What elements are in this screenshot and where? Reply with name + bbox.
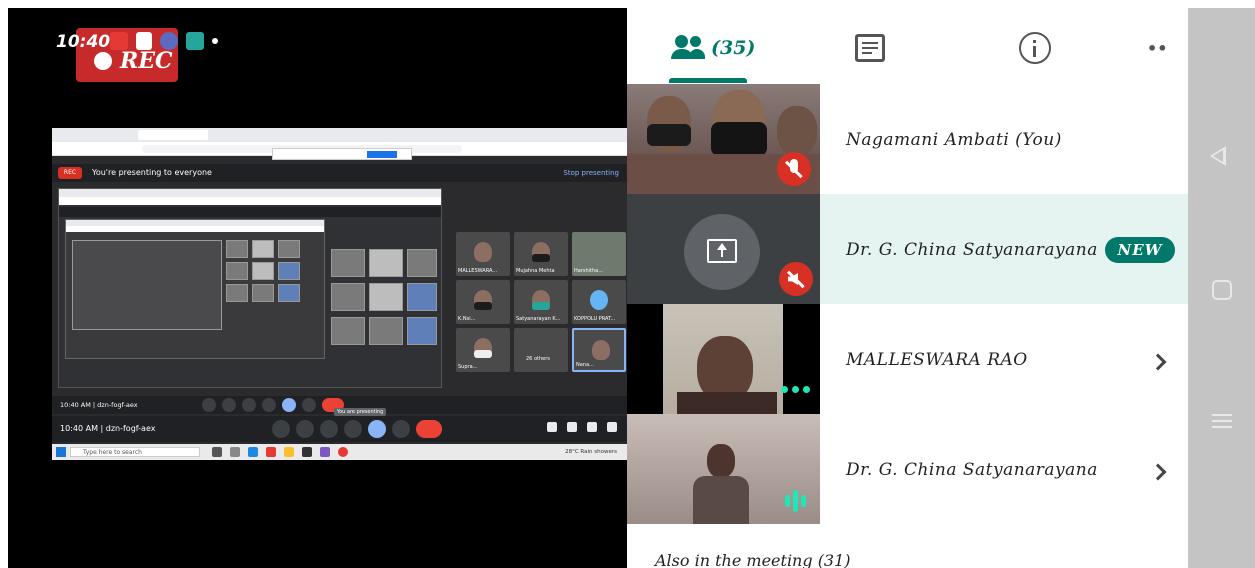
shared-screen-content: REC You're presenting to everyone Stop p… [52, 128, 627, 460]
recent-apps-icon[interactable] [1212, 414, 1232, 428]
meeting-time-code: 10:40 AM | dzn-fogf-aex [60, 424, 156, 433]
tab-chat[interactable] [855, 28, 885, 68]
participant-count: (35) [711, 37, 756, 59]
tile-participant: Mujahna Mehta [514, 232, 568, 276]
tile-participant: Nana... [572, 328, 626, 372]
nested-screen-recursion [58, 188, 442, 388]
raise-hand-icon [344, 420, 362, 438]
more-dots-icon: •• [1147, 38, 1168, 58]
tab-info[interactable] [1019, 28, 1051, 68]
people-icon [567, 422, 577, 432]
app-notification-icon [136, 32, 152, 50]
meet-screen: REC 10:40 REC You're presenting to every… [0, 0, 1255, 568]
info-icon [547, 422, 557, 432]
participant-video [627, 414, 820, 524]
new-badge: NEW [1105, 237, 1175, 263]
audio-level-icon [785, 490, 806, 512]
presentation-stage[interactable]: REC 10:40 REC You're presenting to every… [8, 8, 627, 568]
more-options-icon [392, 420, 410, 438]
mini-rec-badge: REC [58, 167, 82, 179]
youtube-notification-icon [110, 32, 128, 50]
presenting-tooltip: You are presenting [334, 408, 386, 416]
more-notifications-dot-icon [212, 38, 218, 44]
participant-video [627, 194, 820, 304]
tile-participant: Satyanarayan K... [514, 280, 568, 324]
sharing-banner [272, 148, 412, 160]
people-icon [671, 33, 705, 63]
tile-participant: Harshitha... [572, 232, 626, 276]
present-screen-icon [684, 214, 760, 290]
rec-label: REC [120, 48, 173, 74]
also-in-meeting-header: Also in the meeting (31) [655, 551, 851, 568]
activities-icon [607, 422, 617, 432]
participant-video [627, 304, 820, 414]
participant-name: Nagamani Ambati (You) [846, 130, 1062, 150]
active-tab-indicator [669, 78, 747, 83]
chat-icon [587, 422, 597, 432]
present-icon [368, 420, 386, 438]
record-dot-icon [94, 52, 112, 70]
tile-participant: MALLESWARA... [456, 232, 510, 276]
home-icon[interactable] [1212, 280, 1232, 300]
browser-tab-strip [52, 128, 627, 142]
tile-participant: Supra... [456, 328, 510, 372]
camera-icon [296, 420, 314, 438]
tile-participant: K.Nsi... [456, 280, 510, 324]
chevron-right-icon[interactable] [1149, 463, 1167, 481]
participant-tile-grid: MALLESWARA... Mujahna Mehta Harshitha...… [450, 228, 626, 378]
participant-row[interactable]: MALLESWARA RAO [627, 304, 1188, 414]
participant-row-presenting[interactable]: Dr. G. China Satyanarayana NEW [627, 194, 1188, 304]
participant-row[interactable]: Dr. G. China Satyanarayana [627, 414, 1188, 524]
muted-speaker-icon [779, 262, 813, 296]
status-time: 10:40 [56, 32, 111, 52]
muted-mic-icon [777, 152, 811, 186]
tab-more[interactable]: •• [1147, 28, 1167, 68]
taskbar-search: Type here to search [70, 447, 200, 457]
windows-taskbar: Type here to search 28°C Rain showers [52, 444, 627, 460]
participant-name: Dr. G. China Satyanarayana [846, 240, 1098, 260]
captions-icon [320, 420, 338, 438]
mic-icon [272, 420, 290, 438]
tile-others: 26 others [514, 328, 568, 372]
tab-people[interactable]: (35) [671, 28, 755, 68]
meet-notification-icon [160, 32, 178, 50]
participant-name: Dr. G. China Satyanarayana [846, 460, 1098, 480]
participant-row[interactable]: Nagamani Ambati (You) [627, 84, 1188, 194]
info-icon [1019, 32, 1051, 64]
chevron-right-icon[interactable] [1149, 353, 1167, 371]
taskbar-tray: 28°C Rain showers [565, 449, 617, 455]
participant-name: MALLESWARA RAO [846, 350, 1028, 370]
stop-presenting-link: Stop presenting [563, 169, 619, 177]
speaking-dots-icon [781, 386, 810, 393]
end-call-icon [416, 420, 442, 438]
participants-panel: (35) •• Nagamani Ambati (You) Dr. G. Chi… [627, 8, 1188, 568]
participant-video [627, 84, 820, 194]
windows-start-icon [56, 447, 66, 457]
panel-tab-bar: (35) •• [627, 8, 1188, 84]
presenting-text: You're presenting to everyone [92, 168, 212, 177]
presenting-bar: REC You're presenting to everyone Stop p… [52, 164, 627, 182]
meeting-control-bar: You are presenting 10:40 AM | dzn-fogf-a… [52, 408, 627, 442]
status-notification-icons [110, 32, 218, 50]
tile-participant: KOPPOLU PRAT... [572, 280, 626, 324]
screen-recorder-icon [186, 32, 204, 50]
android-nav-bar [1188, 8, 1255, 568]
chat-icon [855, 34, 885, 62]
